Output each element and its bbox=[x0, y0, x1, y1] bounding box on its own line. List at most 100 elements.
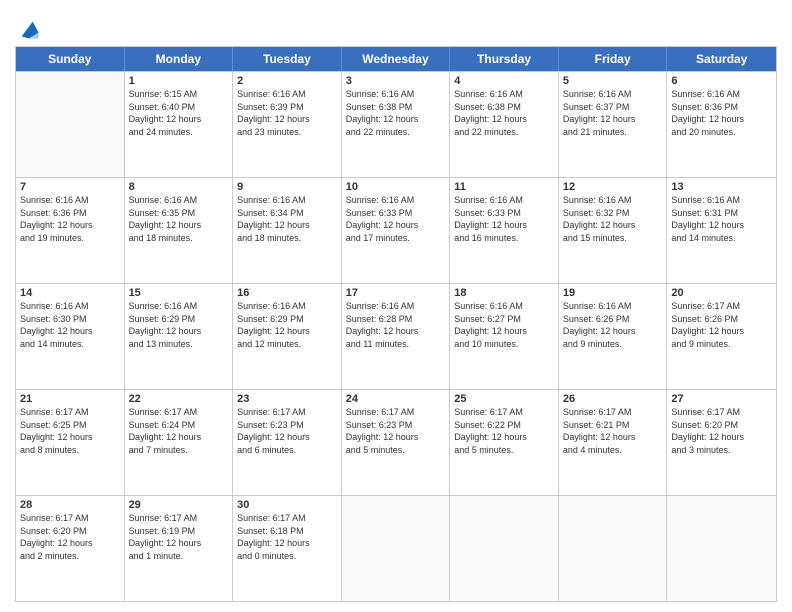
day-info: Sunrise: 6:16 AM Sunset: 6:29 PM Dayligh… bbox=[129, 300, 229, 350]
day-info: Sunrise: 6:15 AM Sunset: 6:40 PM Dayligh… bbox=[129, 88, 229, 138]
calendar-row: 7Sunrise: 6:16 AM Sunset: 6:36 PM Daylig… bbox=[16, 177, 776, 283]
day-number: 26 bbox=[563, 393, 663, 405]
calendar-cell: 27Sunrise: 6:17 AM Sunset: 6:20 PM Dayli… bbox=[667, 390, 776, 495]
day-info: Sunrise: 6:16 AM Sunset: 6:33 PM Dayligh… bbox=[454, 194, 554, 244]
day-info: Sunrise: 6:16 AM Sunset: 6:39 PM Dayligh… bbox=[237, 88, 337, 138]
calendar-cell: 26Sunrise: 6:17 AM Sunset: 6:21 PM Dayli… bbox=[559, 390, 668, 495]
day-info: Sunrise: 6:17 AM Sunset: 6:19 PM Dayligh… bbox=[129, 512, 229, 562]
logo-icon bbox=[18, 18, 40, 40]
calendar-cell: 30Sunrise: 6:17 AM Sunset: 6:18 PM Dayli… bbox=[233, 496, 342, 601]
calendar-cell bbox=[667, 496, 776, 601]
day-info: Sunrise: 6:16 AM Sunset: 6:28 PM Dayligh… bbox=[346, 300, 446, 350]
calendar-cell: 22Sunrise: 6:17 AM Sunset: 6:24 PM Dayli… bbox=[125, 390, 234, 495]
calendar-row: 14Sunrise: 6:16 AM Sunset: 6:30 PM Dayli… bbox=[16, 283, 776, 389]
calendar-row: 1Sunrise: 6:15 AM Sunset: 6:40 PM Daylig… bbox=[16, 71, 776, 177]
day-number: 1 bbox=[129, 75, 229, 87]
day-number: 16 bbox=[237, 287, 337, 299]
calendar-cell: 16Sunrise: 6:16 AM Sunset: 6:29 PM Dayli… bbox=[233, 284, 342, 389]
day-number: 14 bbox=[20, 287, 120, 299]
day-info: Sunrise: 6:16 AM Sunset: 6:32 PM Dayligh… bbox=[563, 194, 663, 244]
day-info: Sunrise: 6:17 AM Sunset: 6:26 PM Dayligh… bbox=[671, 300, 772, 350]
weekday-header: Wednesday bbox=[342, 47, 451, 71]
day-info: Sunrise: 6:17 AM Sunset: 6:20 PM Dayligh… bbox=[20, 512, 120, 562]
day-number: 21 bbox=[20, 393, 120, 405]
day-info: Sunrise: 6:17 AM Sunset: 6:22 PM Dayligh… bbox=[454, 406, 554, 456]
day-number: 19 bbox=[563, 287, 663, 299]
calendar-cell: 24Sunrise: 6:17 AM Sunset: 6:23 PM Dayli… bbox=[342, 390, 451, 495]
calendar-cell: 20Sunrise: 6:17 AM Sunset: 6:26 PM Dayli… bbox=[667, 284, 776, 389]
header bbox=[15, 10, 777, 40]
day-number: 8 bbox=[129, 181, 229, 193]
calendar-body: 1Sunrise: 6:15 AM Sunset: 6:40 PM Daylig… bbox=[16, 71, 776, 601]
day-number: 23 bbox=[237, 393, 337, 405]
calendar-cell bbox=[450, 496, 559, 601]
day-number: 18 bbox=[454, 287, 554, 299]
day-info: Sunrise: 6:16 AM Sunset: 6:38 PM Dayligh… bbox=[454, 88, 554, 138]
calendar-cell: 4Sunrise: 6:16 AM Sunset: 6:38 PM Daylig… bbox=[450, 72, 559, 177]
weekday-header: Saturday bbox=[667, 47, 776, 71]
day-number: 22 bbox=[129, 393, 229, 405]
day-info: Sunrise: 6:16 AM Sunset: 6:29 PM Dayligh… bbox=[237, 300, 337, 350]
day-info: Sunrise: 6:16 AM Sunset: 6:34 PM Dayligh… bbox=[237, 194, 337, 244]
day-number: 3 bbox=[346, 75, 446, 87]
day-info: Sunrise: 6:16 AM Sunset: 6:31 PM Dayligh… bbox=[671, 194, 772, 244]
day-number: 28 bbox=[20, 499, 120, 511]
calendar-cell: 8Sunrise: 6:16 AM Sunset: 6:35 PM Daylig… bbox=[125, 178, 234, 283]
day-info: Sunrise: 6:17 AM Sunset: 6:24 PM Dayligh… bbox=[129, 406, 229, 456]
calendar-cell: 11Sunrise: 6:16 AM Sunset: 6:33 PM Dayli… bbox=[450, 178, 559, 283]
day-number: 17 bbox=[346, 287, 446, 299]
day-number: 30 bbox=[237, 499, 337, 511]
day-info: Sunrise: 6:16 AM Sunset: 6:30 PM Dayligh… bbox=[20, 300, 120, 350]
calendar-cell: 29Sunrise: 6:17 AM Sunset: 6:19 PM Dayli… bbox=[125, 496, 234, 601]
calendar-cell bbox=[342, 496, 451, 601]
day-info: Sunrise: 6:17 AM Sunset: 6:23 PM Dayligh… bbox=[237, 406, 337, 456]
calendar-cell: 1Sunrise: 6:15 AM Sunset: 6:40 PM Daylig… bbox=[125, 72, 234, 177]
day-number: 15 bbox=[129, 287, 229, 299]
calendar-cell: 15Sunrise: 6:16 AM Sunset: 6:29 PM Dayli… bbox=[125, 284, 234, 389]
calendar-cell: 9Sunrise: 6:16 AM Sunset: 6:34 PM Daylig… bbox=[233, 178, 342, 283]
calendar-row: 21Sunrise: 6:17 AM Sunset: 6:25 PM Dayli… bbox=[16, 389, 776, 495]
calendar-cell: 13Sunrise: 6:16 AM Sunset: 6:31 PM Dayli… bbox=[667, 178, 776, 283]
calendar-cell: 14Sunrise: 6:16 AM Sunset: 6:30 PM Dayli… bbox=[16, 284, 125, 389]
weekday-header: Monday bbox=[125, 47, 234, 71]
calendar-cell: 25Sunrise: 6:17 AM Sunset: 6:22 PM Dayli… bbox=[450, 390, 559, 495]
calendar-cell: 12Sunrise: 6:16 AM Sunset: 6:32 PM Dayli… bbox=[559, 178, 668, 283]
day-info: Sunrise: 6:16 AM Sunset: 6:26 PM Dayligh… bbox=[563, 300, 663, 350]
day-number: 25 bbox=[454, 393, 554, 405]
day-info: Sunrise: 6:17 AM Sunset: 6:21 PM Dayligh… bbox=[563, 406, 663, 456]
calendar-cell: 7Sunrise: 6:16 AM Sunset: 6:36 PM Daylig… bbox=[16, 178, 125, 283]
day-number: 9 bbox=[237, 181, 337, 193]
day-number: 5 bbox=[563, 75, 663, 87]
weekday-header: Sunday bbox=[16, 47, 125, 71]
day-number: 11 bbox=[454, 181, 554, 193]
day-number: 29 bbox=[129, 499, 229, 511]
day-info: Sunrise: 6:16 AM Sunset: 6:33 PM Dayligh… bbox=[346, 194, 446, 244]
day-number: 13 bbox=[671, 181, 772, 193]
day-number: 4 bbox=[454, 75, 554, 87]
day-info: Sunrise: 6:17 AM Sunset: 6:25 PM Dayligh… bbox=[20, 406, 120, 456]
day-info: Sunrise: 6:16 AM Sunset: 6:37 PM Dayligh… bbox=[563, 88, 663, 138]
calendar-cell: 28Sunrise: 6:17 AM Sunset: 6:20 PM Dayli… bbox=[16, 496, 125, 601]
calendar-cell: 10Sunrise: 6:16 AM Sunset: 6:33 PM Dayli… bbox=[342, 178, 451, 283]
calendar-cell: 23Sunrise: 6:17 AM Sunset: 6:23 PM Dayli… bbox=[233, 390, 342, 495]
calendar-cell: 21Sunrise: 6:17 AM Sunset: 6:25 PM Dayli… bbox=[16, 390, 125, 495]
day-info: Sunrise: 6:16 AM Sunset: 6:38 PM Dayligh… bbox=[346, 88, 446, 138]
calendar-cell bbox=[559, 496, 668, 601]
day-number: 24 bbox=[346, 393, 446, 405]
day-info: Sunrise: 6:16 AM Sunset: 6:36 PM Dayligh… bbox=[671, 88, 772, 138]
day-number: 2 bbox=[237, 75, 337, 87]
calendar-cell bbox=[16, 72, 125, 177]
calendar: SundayMondayTuesdayWednesdayThursdayFrid… bbox=[15, 46, 777, 602]
calendar-cell: 2Sunrise: 6:16 AM Sunset: 6:39 PM Daylig… bbox=[233, 72, 342, 177]
calendar-cell: 18Sunrise: 6:16 AM Sunset: 6:27 PM Dayli… bbox=[450, 284, 559, 389]
day-number: 10 bbox=[346, 181, 446, 193]
page: SundayMondayTuesdayWednesdayThursdayFrid… bbox=[0, 0, 792, 612]
calendar-cell: 19Sunrise: 6:16 AM Sunset: 6:26 PM Dayli… bbox=[559, 284, 668, 389]
calendar-cell: 17Sunrise: 6:16 AM Sunset: 6:28 PM Dayli… bbox=[342, 284, 451, 389]
calendar-cell: 6Sunrise: 6:16 AM Sunset: 6:36 PM Daylig… bbox=[667, 72, 776, 177]
day-info: Sunrise: 6:16 AM Sunset: 6:36 PM Dayligh… bbox=[20, 194, 120, 244]
weekday-header: Thursday bbox=[450, 47, 559, 71]
day-number: 7 bbox=[20, 181, 120, 193]
calendar-cell: 5Sunrise: 6:16 AM Sunset: 6:37 PM Daylig… bbox=[559, 72, 668, 177]
day-info: Sunrise: 6:16 AM Sunset: 6:35 PM Dayligh… bbox=[129, 194, 229, 244]
